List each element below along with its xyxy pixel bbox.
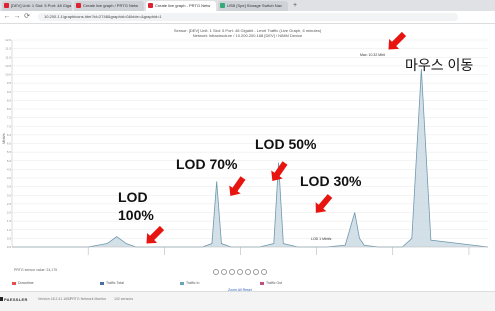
y-tick-label: 0.0: [7, 245, 12, 249]
legend-swatch: [260, 281, 264, 285]
paessler-logo-icon: [0, 297, 3, 301]
footer-version: Version 18.2.41.1652: [38, 297, 72, 301]
y-tick-label: 12.0: [5, 38, 11, 42]
arrow-max-icon: [388, 31, 407, 50]
legend-swatch: [12, 281, 16, 285]
y-tick-label: 7.5: [7, 116, 12, 120]
x-tick-marks: [87, 247, 470, 255]
y-tick-label: 8.5: [7, 98, 12, 102]
footer-product: PRTG Network Monitor: [70, 297, 107, 301]
legend-swatch: [100, 281, 104, 285]
callout-lod100-line2: 100%: [118, 207, 154, 223]
y-tick-label: 4.0: [7, 176, 12, 180]
legend-label: Traffic In: [186, 281, 200, 285]
callout-lod100-line1: LOD: [118, 189, 148, 205]
y-tick-labels: 0.0 0.5 1.0 1.5 2.0 2.5 3.0 3.5 4.0 4.5 5.0 5.5 6.0 6…: [5, 38, 11, 249]
y-tick-label: 10.0: [5, 73, 11, 77]
y-tick-label: 9.5: [7, 81, 12, 85]
y-axis-label: Mbit/s: [1, 133, 6, 144]
legend-traffic-in[interactable]: Traffic In: [180, 281, 199, 285]
y-tick-label: 11.0: [5, 55, 11, 59]
legend-traffic-out[interactable]: Traffic Out: [260, 281, 282, 285]
y-tick-label: 6.5: [7, 133, 12, 137]
arrow-lod100-icon: [146, 225, 165, 244]
legend-swatch: [180, 281, 184, 285]
y-tick-label: 6.0: [7, 142, 12, 146]
legend-downtime[interactable]: Downtime: [12, 281, 34, 285]
pager-dot[interactable]: [253, 269, 259, 275]
traffic-chart: 0.0 0.5 1.0 1.5 2.0 2.5 3.0 3.5 4.0 4.5 5.0 5.5 6.0 6…: [1, 31, 489, 255]
footer-bar: PAESSLER Version 18.2.41.1652 PRTG Netwo…: [0, 291, 495, 311]
peak-value-label: LOD 1 Mbit/s: [311, 237, 332, 241]
pager-dot[interactable]: [261, 269, 267, 275]
legend-label: Traffic Out: [266, 281, 283, 285]
pager-dot[interactable]: [229, 269, 235, 275]
y-tick-label: 5.0: [7, 159, 12, 163]
y-tick-label: 8.0: [7, 107, 12, 111]
legend-label: Downtime: [18, 281, 34, 285]
y-tick-label: 2.0: [7, 211, 12, 215]
y-tick-label: 3.0: [7, 193, 12, 197]
y-tick-label: 5.5: [7, 150, 12, 154]
footer-sensors: 102 sensors: [114, 297, 134, 301]
sensor-value-note: PRTG sensor value: 24,175: [14, 268, 58, 272]
pager-dot[interactable]: [245, 269, 251, 275]
callout-lod50: LOD 50%: [255, 136, 317, 152]
callout-lod100: LOD 100%: [118, 188, 154, 224]
pager-dot[interactable]: [213, 269, 219, 275]
callout-lod70: LOD 70%: [176, 156, 238, 172]
max-value-label: Max: 10.32 Mbit: [360, 53, 385, 57]
y-tick-label: 1.5: [7, 219, 12, 223]
pager-dot[interactable]: [237, 269, 243, 275]
y-tick-label: 9.0: [7, 90, 12, 94]
y-tick-label: 4.5: [7, 167, 12, 171]
legend-label: Traffic Total: [106, 281, 124, 285]
y-tick-label: 11.5: [5, 47, 11, 51]
y-tick-label: 1.0: [7, 228, 12, 232]
callout-lod30: LOD 30%: [300, 173, 362, 189]
legend-traffic-total[interactable]: Traffic Total: [100, 281, 124, 285]
callout-mouse-move: 마우스 이동: [405, 57, 474, 73]
y-tick-label: 2.5: [7, 202, 12, 206]
y-tick-label: 0.5: [7, 236, 12, 240]
y-tick-label: 7.0: [7, 124, 12, 128]
y-tick-label: 3.5: [7, 185, 12, 189]
paessler-brand: PAESSLER: [4, 297, 28, 302]
pager-dot[interactable]: [221, 269, 227, 275]
y-tick-label: 10.5: [5, 64, 11, 68]
